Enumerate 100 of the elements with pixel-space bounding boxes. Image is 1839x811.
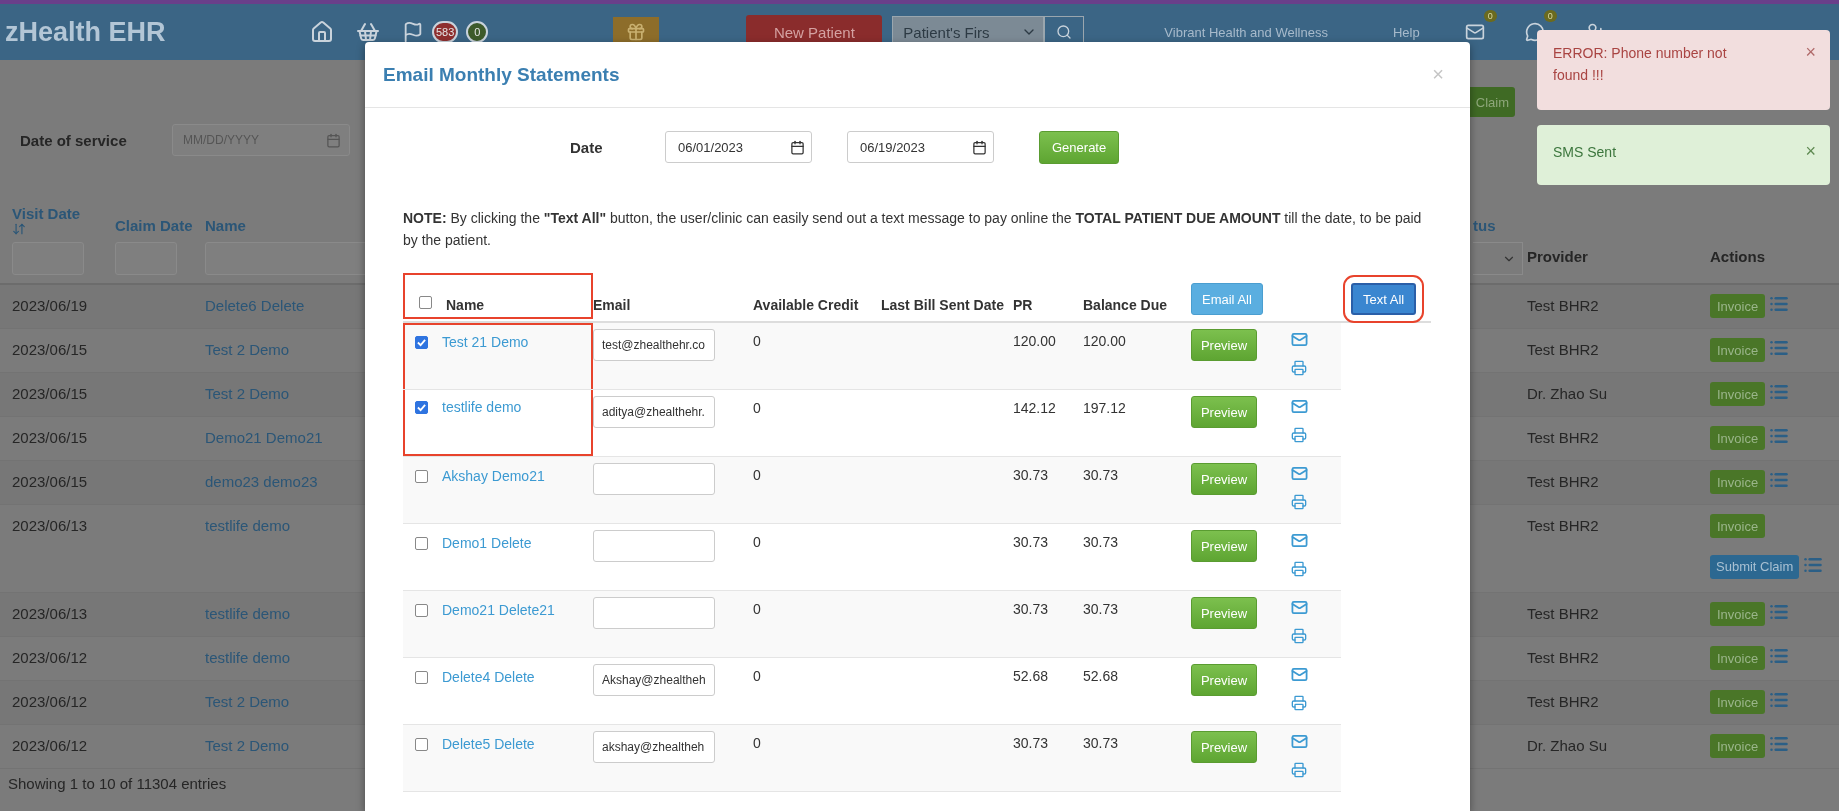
credit-cell-text: 0 <box>753 466 762 486</box>
note-text: NOTE: By clicking the "Text All" button, the user/clinic can easily send out a text message to pay online the TOTAL PATIENT DUE AMOUNT till the date, to be paid by the patient. <box>403 209 1423 250</box>
dialog-title: Email Monthly Statements <box>383 63 620 86</box>
patient-name-link[interactable]: testlife demo <box>442 396 522 416</box>
list-icon[interactable] <box>1769 690 1790 710</box>
patient-name-link[interactable]: Demo21 Delete21 <box>442 599 555 619</box>
column-header: Provider <box>1527 248 1589 267</box>
row-checkbox[interactable] <box>415 401 428 415</box>
row-checkbox[interactable] <box>415 336 428 350</box>
patient-name-link[interactable]: Test 2 Demo <box>205 373 365 416</box>
list-icon[interactable] <box>1769 602 1790 622</box>
brand-logo: zHealth EHR <box>5 16 167 48</box>
row-checkbox[interactable] <box>415 738 428 752</box>
filter-label: Date of service <box>20 131 128 149</box>
close-button[interactable]: × <box>1805 42 1816 63</box>
visit-date-cell-text: 2023/06/12 <box>12 736 89 756</box>
end-date-field[interactable]: 06/19/2023 <box>847 131 994 163</box>
patient-name-link[interactable]: testlife demo <box>205 505 365 592</box>
patient-name-link[interactable]: Demo1 Delete <box>442 532 532 552</box>
help-link[interactable]: Help <box>1392 24 1420 40</box>
invoice-button[interactable]: Invoice <box>1710 646 1766 670</box>
preview-button[interactable]: Preview <box>1191 731 1257 764</box>
preview-button[interactable]: Preview <box>1191 463 1257 496</box>
email-field[interactable]: test@zhealthehr.co <box>593 329 715 362</box>
list-icon[interactable] <box>1769 646 1790 666</box>
email-field[interactable] <box>593 530 715 563</box>
patient-name-link[interactable]: Test 2 Demo <box>205 725 365 768</box>
search-icon <box>1056 24 1073 40</box>
column-header[interactable]: Name <box>205 217 365 236</box>
home-icon[interactable] <box>310 20 334 44</box>
email-field[interactable] <box>593 597 715 630</box>
email-field[interactable] <box>593 463 715 496</box>
email-field[interactable]: aditya@zhealthehr. <box>593 396 715 429</box>
invoice-button[interactable]: Invoice <box>1710 426 1766 450</box>
preview-button[interactable]: Preview <box>1191 530 1257 563</box>
invoice-button[interactable]: Invoice <box>1710 690 1766 714</box>
invoice-button[interactable]: Invoice <box>1710 294 1766 318</box>
list-icon[interactable] <box>1769 470 1790 490</box>
flag-icon[interactable] <box>402 21 424 43</box>
provider-cell-text: Test BHR2 <box>1527 472 1600 492</box>
patient-name-link[interactable]: Test 2 Demo <box>205 329 365 372</box>
provider-cell-text: Test BHR2 <box>1527 692 1600 712</box>
patient-name-link[interactable]: testlife demo <box>205 637 365 680</box>
close-button[interactable]: × <box>1426 62 1450 87</box>
visit-date-cell-text: 2023/06/13 <box>12 604 89 624</box>
practice-link[interactable]: Vibrant Health and Wellness <box>1164 24 1328 40</box>
list-icon[interactable] <box>1769 426 1790 446</box>
email-field[interactable]: akshay@zhealtheh <box>593 731 715 764</box>
select-all-checkbox[interactable] <box>419 296 432 310</box>
visit-date-cell-text: 2023/06/15 <box>12 472 89 492</box>
patient-name-link[interactable]: Test 2 Demo <box>205 681 365 724</box>
email-field[interactable]: Akshay@zhealtheh <box>593 664 715 697</box>
list-icon[interactable] <box>1769 382 1790 402</box>
preview-button[interactable]: Preview <box>1191 329 1257 362</box>
credit-cell-text: 0 <box>753 332 762 352</box>
invoice-button[interactable]: Invoice <box>1710 382 1766 406</box>
column-header[interactable]: Visit Date <box>12 205 115 224</box>
patient-name-link[interactable]: testlife demo <box>205 593 365 636</box>
list-icon[interactable] <box>1769 734 1790 754</box>
preview-button[interactable]: Preview <box>1191 664 1257 697</box>
toast-message: ERROR: Phone number not found !!! <box>1553 44 1728 86</box>
patient-name-link[interactable]: Demo21 Demo21 <box>205 417 365 460</box>
invoice-button[interactable]: Invoice <box>1710 338 1766 362</box>
invoice-button[interactable]: Invoice <box>1710 602 1766 626</box>
provider-cell-text: Test BHR2 <box>1527 340 1600 360</box>
generate-button[interactable]: Generate <box>1039 130 1120 164</box>
balance-cell-text: 120.00 <box>1083 332 1127 352</box>
balance-cell-text: 30.73 <box>1083 466 1120 486</box>
mail-icon[interactable] <box>1464 22 1485 42</box>
column-header: PR <box>1013 296 1034 316</box>
list-icon[interactable] <box>1769 294 1790 314</box>
start-date-field[interactable]: 06/01/2023 <box>665 131 812 163</box>
invoice-button[interactable]: Invoice <box>1710 470 1766 494</box>
count-badge[interactable]: 0 <box>466 21 489 43</box>
chat-count: 0 <box>1543 10 1557 22</box>
submit-claim-button[interactable]: Submit Claim <box>1710 554 1800 579</box>
invoice-button[interactable]: Invoice <box>1710 514 1766 538</box>
preview-button[interactable]: Preview <box>1191 396 1257 429</box>
patient-name-link[interactable]: Delete4 Delete <box>442 666 535 686</box>
email-all-button[interactable]: Email All <box>1191 283 1263 316</box>
preview-button[interactable]: Preview <box>1191 597 1257 630</box>
date-label: Date <box>570 138 604 156</box>
row-checkbox[interactable] <box>415 604 428 618</box>
patient-name-link[interactable]: Delete6 Delete <box>205 285 365 328</box>
column-header[interactable]: Claim Date <box>115 217 205 236</box>
basket-icon[interactable] <box>356 20 380 44</box>
close-button[interactable]: × <box>1805 141 1816 162</box>
patient-name-link[interactable]: Delete5 Delete <box>442 733 535 753</box>
row-checkbox[interactable] <box>415 537 428 551</box>
patient-name-link[interactable]: demo23 demo23 <box>205 461 365 504</box>
calendar-icon[interactable] <box>790 139 805 155</box>
row-checkbox[interactable] <box>415 470 428 484</box>
patient-name-link[interactable]: Akshay Demo21 <box>442 465 545 485</box>
calendar-icon[interactable] <box>972 139 987 155</box>
count-badge[interactable]: 583 <box>432 21 459 43</box>
invoice-button[interactable]: Invoice <box>1710 734 1766 758</box>
row-checkbox[interactable] <box>415 671 428 685</box>
column-header[interactable]: tus <box>1473 217 1527 236</box>
patient-name-link[interactable]: Test 21 Demo <box>442 331 529 351</box>
list-icon[interactable] <box>1769 338 1790 358</box>
